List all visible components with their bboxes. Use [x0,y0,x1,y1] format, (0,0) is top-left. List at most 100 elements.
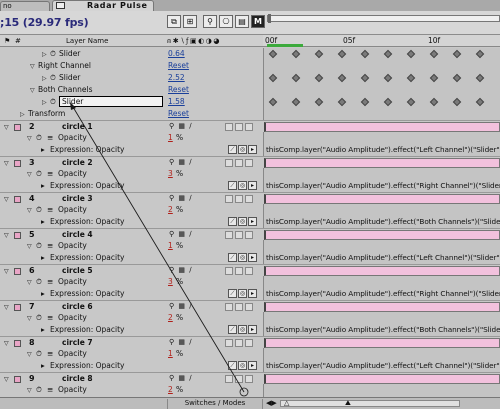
opacity-value[interactable]: 1 [168,241,173,250]
tab-render-queue[interactable]: no [0,1,50,11]
motion-blur-button[interactable]: M [251,15,265,28]
layer-switch-box[interactable] [245,195,253,203]
graph-overlay-icon[interactable]: ⟋ [228,361,237,370]
disclosure-triangle-icon[interactable]: ▽ [4,196,9,203]
disclosure-triangle-icon[interactable]: ▽ [27,387,32,394]
layer-switch-box[interactable] [245,267,253,275]
stopwatch-icon[interactable]: ⏱ [36,169,42,179]
keyframe[interactable] [406,97,416,107]
layer-name[interactable]: circle 5 [55,266,162,276]
pickwhip-icon[interactable]: ◎ [238,217,247,226]
expression-enabled-icon[interactable]: ≡ [47,205,53,214]
pickwhip-icon[interactable]: ◎ [238,325,247,334]
layer-switch-box[interactable] [245,303,253,311]
layer-label-color[interactable] [14,340,21,347]
time-ruler[interactable]: 00f 05f 10f [263,35,500,47]
disclosure-triangle-icon[interactable]: ▷ [42,75,47,82]
layer-switch-box[interactable] [235,375,243,383]
keyframe[interactable] [268,73,278,83]
disclosure-triangle-icon[interactable]: ▷ [42,99,47,106]
language-menu-icon[interactable]: ▸ [248,145,257,154]
reset-link[interactable]: Reset [168,85,189,94]
layer-switch-box[interactable] [235,339,243,347]
stopwatch-icon[interactable]: ⏱ [36,385,42,395]
layer-label-color[interactable] [14,196,21,203]
current-time-display[interactable]: ;15 (29.97 fps) [0,16,89,29]
keyframe[interactable] [314,49,324,59]
pickwhip-icon[interactable]: ◎ [238,181,247,190]
layer-label-color[interactable] [14,268,21,275]
layer-switch-box[interactable] [235,303,243,311]
comp-button[interactable]: ⧉ [167,15,181,28]
keyframe[interactable] [360,49,370,59]
layer-label-color[interactable] [14,160,21,167]
opacity-value[interactable]: 3 [168,277,173,286]
language-menu-icon[interactable]: ▸ [248,289,257,298]
disclosure-triangle-icon[interactable]: ▷ [20,111,25,118]
layer-switch-box[interactable] [225,267,233,275]
property-value[interactable]: 2.52 [168,73,185,82]
keyframe[interactable] [268,49,278,59]
disclosure-triangle-icon[interactable]: ▽ [27,315,32,322]
keyframe[interactable] [314,73,324,83]
language-menu-icon[interactable]: ▸ [248,181,257,190]
opacity-value[interactable]: 1 [168,133,173,142]
expression-text[interactable]: thisComp.layer("Audio Amplitude").effect… [266,181,500,190]
layer-duration-bar[interactable] [264,338,500,348]
layer-row[interactable]: ▽ 2 circle 1 ⚲ ▦ ∕ [0,120,500,132]
layer-duration-bar[interactable] [264,230,500,240]
layer-switch-box[interactable] [245,339,253,347]
opacity-value[interactable]: 1 [168,349,173,358]
language-menu-icon[interactable]: ▸ [248,253,257,262]
layer-duration-bar[interactable] [264,302,500,312]
layer-row[interactable]: ▽ 6 circle 5 ⚲ ▦ ∕ [0,264,500,276]
stopwatch-icon[interactable]: ⏱ [36,241,42,251]
keyframe[interactable] [360,97,370,107]
layer-row[interactable]: ▽ 3 circle 2 ⚲ ▦ ∕ [0,156,500,168]
keyframe[interactable] [383,73,393,83]
keyframe[interactable] [291,73,301,83]
expression-enabled-icon[interactable]: ≡ [47,169,53,178]
keyframe[interactable] [291,97,301,107]
expression-enabled-icon[interactable]: ≡ [47,241,53,250]
disclosure-triangle-icon[interactable]: ▽ [27,351,32,358]
property-value[interactable]: 0.64 [168,49,185,58]
wireframe-button[interactable]: ⎔ [219,15,233,28]
disclosure-triangle-icon[interactable]: ▽ [4,160,9,167]
graph-overlay-icon[interactable]: ⟋ [228,325,237,334]
graph-overlay-icon[interactable]: ⟋ [228,289,237,298]
language-menu-icon[interactable]: ▸ [248,325,257,334]
layer-switch-box[interactable] [225,123,233,131]
disclosure-triangle-icon[interactable]: ▽ [4,268,9,275]
layer-name[interactable]: circle 3 [55,194,162,204]
opacity-value[interactable]: 2 [168,385,173,394]
expression-enabled-icon[interactable]: ≡ [47,133,53,142]
keyframe[interactable] [475,49,485,59]
keyframe[interactable] [429,49,439,59]
zoom-slider[interactable] [280,400,460,407]
stopwatch-icon[interactable]: ⏱ [36,277,42,287]
expression-text[interactable]: thisComp.layer("Audio Amplitude").effect… [266,253,500,262]
layer-switch-box[interactable] [235,123,243,131]
layer-duration-bar[interactable] [264,122,500,132]
layer-name[interactable]: circle 8 [55,374,162,384]
switches-modes-toggle[interactable]: Switches / Modes [167,399,263,409]
disclosure-triangle-icon[interactable]: ▽ [4,124,9,131]
layer-switch-box[interactable] [225,303,233,311]
layer-switches-icons[interactable]: ⚲ ▦ ∕ [169,194,193,202]
opacity-value[interactable]: 2 [168,313,173,322]
layer-switches-icons[interactable]: ⚲ ▦ ∕ [169,158,193,166]
disclosure-triangle-icon[interactable]: ▽ [30,87,35,94]
layer-switch-box[interactable] [235,231,243,239]
keyframe[interactable] [452,73,462,83]
draft-button[interactable]: ▤ [235,15,249,28]
layer-switches-icons[interactable]: ⚲ ▦ ∕ [169,374,193,382]
expression-text[interactable]: thisComp.layer("Audio Amplitude").effect… [266,325,500,334]
nav-arrows-icon[interactable]: ◀▶ [266,399,277,407]
expression-text[interactable]: thisComp.layer("Audio Amplitude").effect… [266,361,500,370]
disclosure-triangle-icon[interactable]: ▽ [4,340,9,347]
disclosure-triangle-icon[interactable]: ▽ [30,63,35,70]
work-area-bar[interactable] [267,14,500,23]
layer-switches-icons[interactable]: ⚲ ▦ ∕ [169,266,193,274]
layer-switch-box[interactable] [225,375,233,383]
